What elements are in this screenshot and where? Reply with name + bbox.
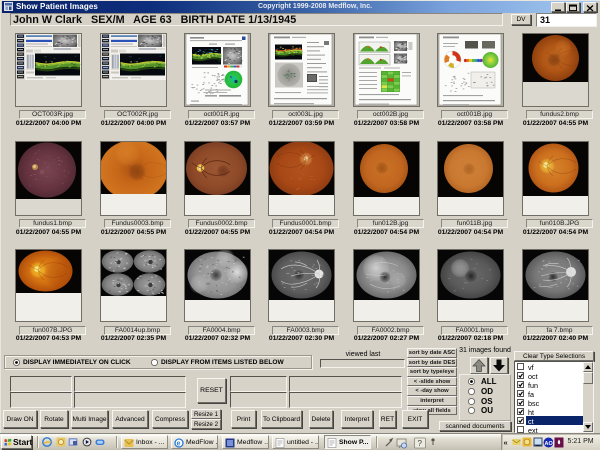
svg-text:?: ? [418, 439, 423, 448]
svg-text:e: e [177, 441, 181, 448]
svg-text:AOL: AOL [544, 441, 554, 447]
